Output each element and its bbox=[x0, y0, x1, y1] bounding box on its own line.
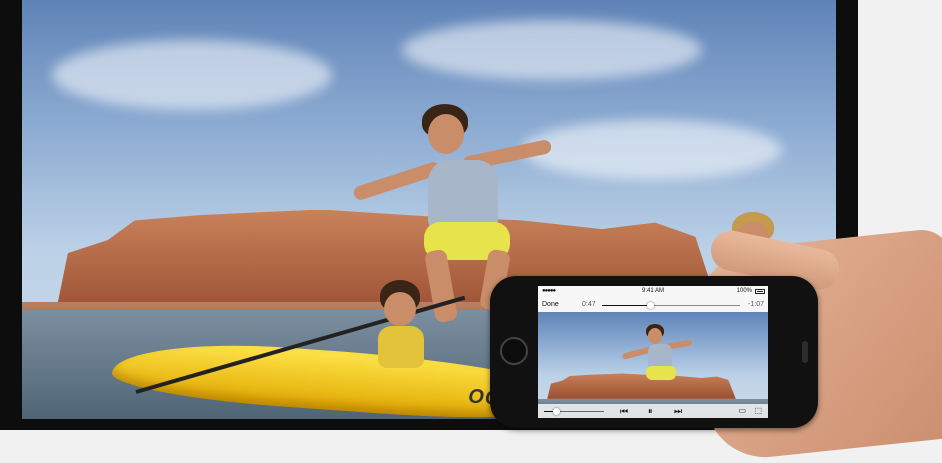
cloud bbox=[522, 120, 782, 180]
status-time: 9:41 AM bbox=[641, 288, 665, 294]
fast-forward-icon[interactable]: ⏭ bbox=[674, 405, 682, 417]
player-top-bar: Done 0:47 -1:07 bbox=[538, 298, 768, 312]
cloud bbox=[52, 40, 332, 110]
child-in-kayak bbox=[362, 280, 442, 380]
remaining-time: -1:07 bbox=[748, 301, 764, 308]
jumping-girl bbox=[621, 322, 693, 402]
home-button[interactable] bbox=[500, 337, 528, 365]
video-frame bbox=[538, 312, 768, 418]
airplay-icon[interactable]: ▭ bbox=[738, 405, 746, 417]
battery-percent: 100% bbox=[736, 288, 752, 294]
signal-indicator: ●●●●● bbox=[542, 288, 556, 294]
volume-knob[interactable] bbox=[553, 408, 560, 415]
scrubber-progress bbox=[602, 305, 651, 306]
elapsed-time: 0:47 bbox=[582, 301, 596, 308]
iphone: ●●●●● 9:41 AM 100% Done 0:47 -1:07 ⏮ ⏸ ⏭… bbox=[490, 276, 818, 428]
head bbox=[384, 292, 416, 326]
rewind-icon[interactable]: ⏮ bbox=[620, 405, 628, 417]
head bbox=[428, 114, 464, 154]
battery-icon bbox=[755, 289, 765, 294]
volume-slider[interactable] bbox=[544, 408, 604, 415]
pause-icon[interactable]: ⏸ bbox=[648, 405, 653, 417]
scrubber[interactable] bbox=[602, 302, 740, 309]
status-bar: ●●●●● 9:41 AM 100% bbox=[538, 286, 768, 298]
head bbox=[648, 328, 662, 344]
cloud bbox=[402, 20, 702, 80]
yellow-shorts bbox=[646, 366, 676, 380]
phone-screen: ●●●●● 9:41 AM 100% Done 0:47 -1:07 ⏮ ⏸ ⏭… bbox=[538, 286, 768, 418]
phone-speaker bbox=[802, 341, 808, 363]
scrubber-knob[interactable] bbox=[647, 302, 655, 309]
life-vest bbox=[378, 326, 424, 368]
done-button[interactable]: Done bbox=[542, 301, 559, 308]
fullscreen-icon[interactable]: ⬚ bbox=[754, 405, 762, 417]
player-controls: ⏮ ⏸ ⏭ ▭ ⬚ bbox=[538, 404, 768, 418]
